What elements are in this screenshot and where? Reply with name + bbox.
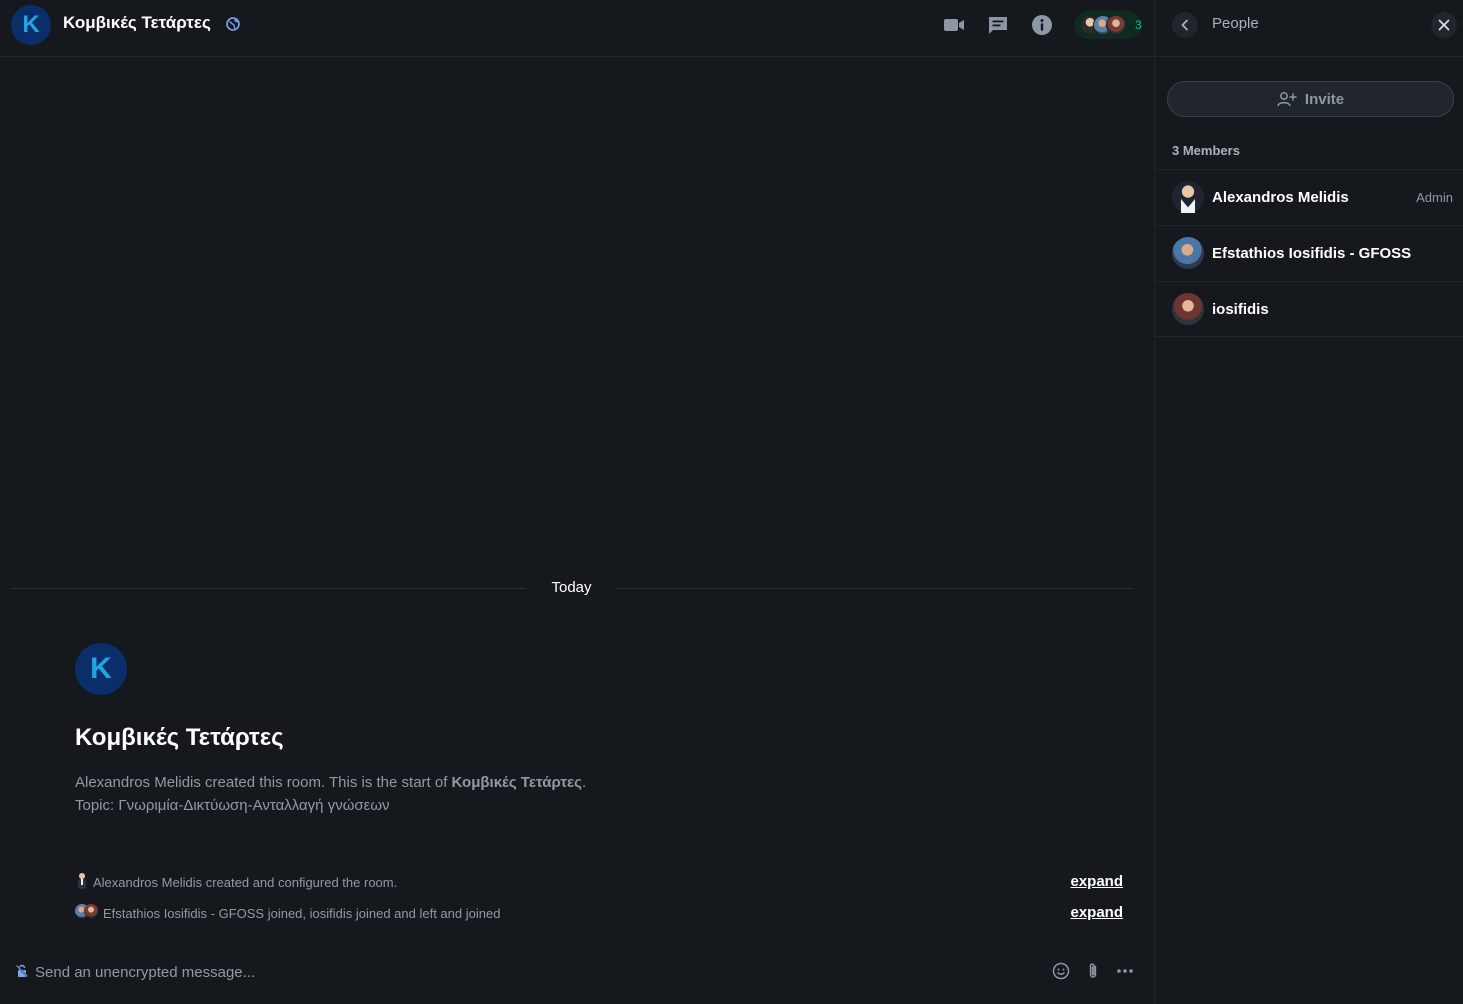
room-intro-text: Alexandros Melidis created this room. Th… xyxy=(75,771,586,817)
member-avatar xyxy=(1172,181,1204,213)
event-text: Alexandros Melidis created and configure… xyxy=(93,875,398,890)
event-summary: Efstathios Iosifidis - GFOSS joined, ios… xyxy=(75,902,1123,924)
room-name[interactable]: Κομβικές Τετάρτες xyxy=(63,13,211,33)
event-text: Efstathios Iosifidis - GFOSS joined, ios… xyxy=(103,906,501,921)
message-composer xyxy=(0,947,1154,1004)
emoji-icon xyxy=(1052,962,1070,980)
invite-button[interactable]: Invite xyxy=(1167,81,1454,117)
divider xyxy=(11,588,526,589)
event-summary: Alexandros Melidis created and configure… xyxy=(75,871,1123,893)
video-call-button[interactable] xyxy=(942,13,966,37)
people-panel: People Invite 3 Members Alexandros Melid… xyxy=(1154,0,1463,1004)
event-avatars xyxy=(75,904,98,920)
back-button[interactable] xyxy=(1172,12,1198,38)
video-call-icon xyxy=(944,19,964,31)
message-input[interactable] xyxy=(35,962,1015,982)
paperclip-icon xyxy=(1089,963,1097,978)
room-avatar[interactable]: K xyxy=(11,5,51,45)
panel-title: People xyxy=(1212,15,1259,32)
date-label: Today xyxy=(551,579,592,596)
people-panel-header: People xyxy=(1155,0,1463,57)
members-count: 3 Members xyxy=(1172,143,1240,158)
room-timeline[interactable]: Today K Κομβικές Τετάρτες Alexandros Mel… xyxy=(0,57,1154,947)
avatar xyxy=(84,904,98,918)
event-avatars xyxy=(75,873,89,889)
member-name: Alexandros Melidis xyxy=(1212,189,1349,206)
member-row[interactable]: Efstathios Iosifidis - GFOSS xyxy=(1155,225,1463,281)
member-name: iosifidis xyxy=(1212,301,1269,318)
room-created-line: Alexandros Melidis created this room. Th… xyxy=(75,774,587,791)
member-role: Admin xyxy=(1416,190,1453,205)
close-panel-button[interactable] xyxy=(1431,12,1457,38)
more-icon xyxy=(1117,969,1133,973)
invite-label: Invite xyxy=(1304,90,1345,108)
attachment-button[interactable] xyxy=(1083,961,1103,981)
room-info-button[interactable] xyxy=(1030,13,1054,37)
more-options-button[interactable] xyxy=(1115,961,1135,981)
member-facepile[interactable]: 3 xyxy=(1074,11,1142,39)
expand-link[interactable]: expand xyxy=(1070,873,1123,890)
room-header: K Κομβικές Τετάρτες 3 xyxy=(0,0,1154,57)
room-name-bold: Κομβικές Τετάρτες xyxy=(451,774,582,791)
room-intro-avatar[interactable]: K xyxy=(75,643,127,695)
member-row[interactable]: Alexandros Melidis Admin xyxy=(1155,169,1463,225)
member-avatar xyxy=(1172,237,1204,269)
room-info-icon xyxy=(1032,15,1052,35)
threads-button[interactable] xyxy=(986,13,1010,37)
unencrypted-icon xyxy=(15,964,29,978)
member-count: 3 xyxy=(1135,18,1142,32)
member-row[interactable]: iosifidis xyxy=(1155,281,1463,337)
add-user-icon xyxy=(1277,92,1297,107)
close-icon xyxy=(1438,19,1450,31)
threads-icon xyxy=(989,17,1007,34)
date-separator: Today xyxy=(11,578,1132,598)
member-name: Efstathios Iosifidis - GFOSS xyxy=(1212,245,1412,262)
divider xyxy=(617,588,1132,589)
room-intro-title: Κομβικές Τετάρτες xyxy=(75,724,284,751)
room-topic: Topic: Γνωριμία-Δικτύωση-Ανταλλαγή γνώσε… xyxy=(75,797,390,814)
expand-link[interactable]: expand xyxy=(1070,904,1123,921)
emoji-button[interactable] xyxy=(1051,961,1071,981)
globe-icon xyxy=(226,17,240,31)
avatar xyxy=(78,873,86,889)
member-avatar xyxy=(1172,293,1204,325)
member-avatar xyxy=(1106,15,1126,35)
chevron-left-icon xyxy=(1181,19,1188,31)
